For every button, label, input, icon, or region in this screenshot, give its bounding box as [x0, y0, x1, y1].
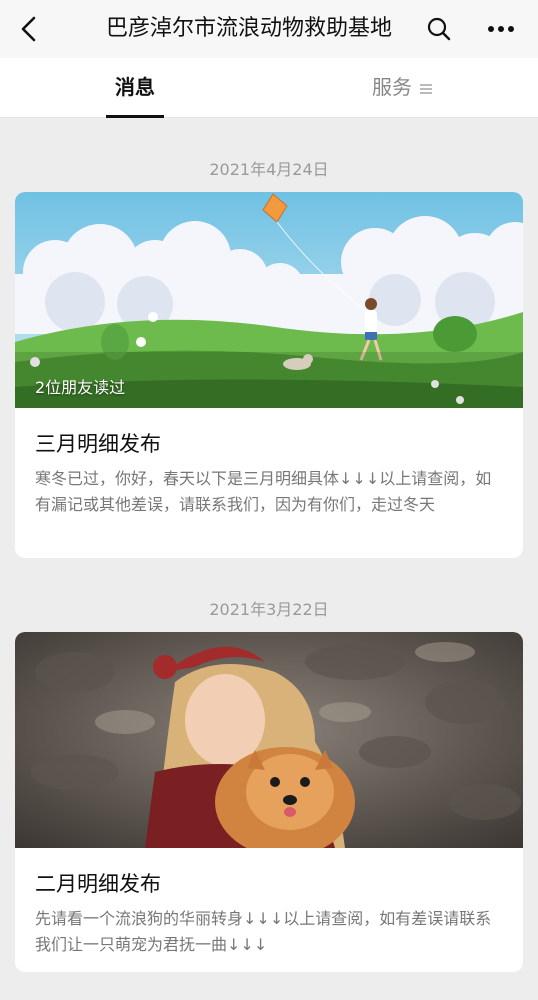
- active-tab-indicator: [106, 115, 164, 118]
- article-cover-image: [15, 632, 523, 848]
- tab-messages[interactable]: 消息: [106, 58, 164, 118]
- article-title: 二月明细发布: [35, 872, 161, 896]
- article-cover-image: 2位朋友读过: [15, 192, 523, 408]
- tab-services-label: 服务: [372, 75, 412, 99]
- article-date: 2021年4月24日: [209, 160, 329, 179]
- search-icon[interactable]: [426, 16, 452, 42]
- tab-services[interactable]: 服务: [372, 58, 432, 118]
- article-date: 2021年3月22日: [209, 600, 329, 619]
- article-card[interactable]: 2位朋友读过 三月明细发布 寒冬已过，你好，春天以下是三月明细具体↓↓↓以上请查…: [15, 192, 523, 558]
- page-title: 巴彦淖尔市流浪动物救助基地: [105, 16, 392, 41]
- top-bar: 巴彦淖尔市流浪动物救助基地: [0, 0, 538, 58]
- article-summary: 寒冬已过，你好，春天以下是三月明细具体↓↓↓以上请查阅，如有漏记或其他差误，请联…: [35, 469, 492, 514]
- article-card[interactable]: 二月明细发布 先请看一个流浪狗的华丽转身↓↓↓以上请查阅，如有差误请联系我们让一…: [15, 632, 523, 972]
- more-options-icon[interactable]: [486, 16, 516, 42]
- tab-messages-label: 消息: [115, 75, 155, 99]
- article-summary: 先请看一个流浪狗的华丽转身↓↓↓以上请查阅，如有差误请联系我们让一只萌宠为君抚一…: [35, 909, 492, 954]
- article-title: 三月明细发布: [35, 432, 161, 456]
- tab-bar: 消息 服务: [0, 58, 538, 118]
- friends-read-badge: 2位朋友读过: [35, 378, 126, 397]
- menu-lines-icon: [420, 82, 432, 96]
- back-arrow-icon[interactable]: [16, 14, 44, 44]
